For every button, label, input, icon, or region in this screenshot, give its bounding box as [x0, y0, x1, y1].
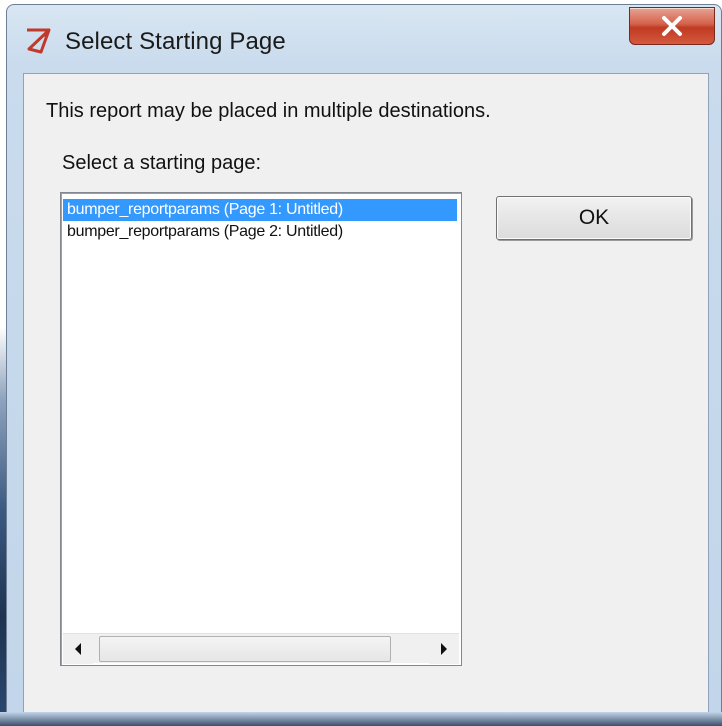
- arrow-left-icon: [75, 643, 81, 655]
- list-label: Select a starting page:: [62, 152, 262, 174]
- close-icon: [662, 16, 682, 36]
- scroll-right-button[interactable]: [429, 634, 459, 664]
- scroll-left-button[interactable]: [63, 634, 93, 664]
- arrow-right-icon: [441, 643, 447, 655]
- list-item[interactable]: bumper_reportparams (Page 2: Untitled): [63, 221, 459, 243]
- page-listbox[interactable]: bumper_reportparams (Page 1: Untitled) b…: [60, 192, 462, 666]
- scroll-thumb[interactable]: [99, 636, 391, 662]
- ok-button[interactable]: OK: [496, 196, 692, 240]
- horizontal-scrollbar[interactable]: [63, 633, 459, 664]
- list-item[interactable]: bumper_reportparams (Page 1: Untitled): [63, 199, 457, 221]
- title-bar[interactable]: Select Starting Page: [7, 5, 721, 67]
- close-button[interactable]: [629, 7, 715, 45]
- window-bottom-border: [0, 712, 722, 726]
- info-message: This report may be placed in multiple de…: [46, 100, 491, 122]
- report-app-icon: [23, 27, 53, 55]
- window-title: Select Starting Page: [65, 28, 286, 55]
